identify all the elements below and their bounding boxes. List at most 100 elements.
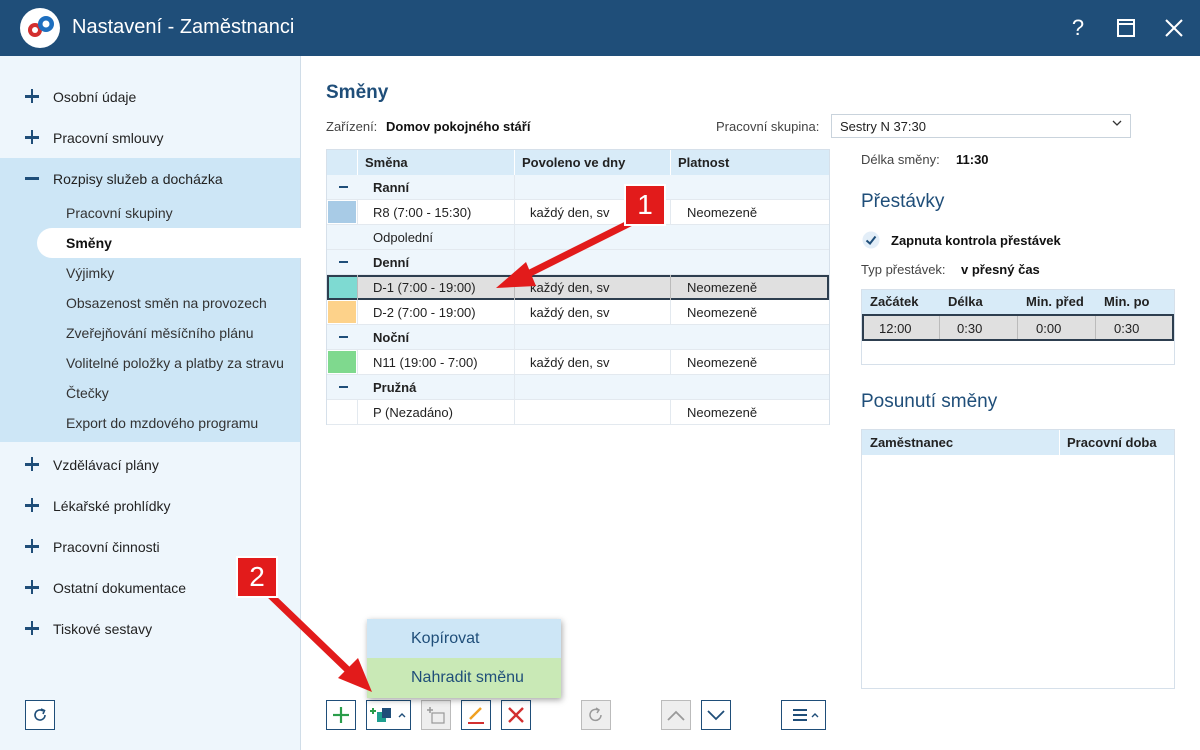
shift-length-label: Délka směny: (861, 152, 940, 167)
column-header-days[interactable]: Povoleno ve dny (522, 155, 625, 170)
column-header-shift[interactable]: Směna (365, 155, 408, 170)
sidebar-item-vzdelavaci-plany[interactable]: Vzdělávací plány (0, 444, 300, 485)
sidebar-subitem-label: Pracovní skupiny (66, 205, 173, 221)
copy-shift-icon (369, 708, 405, 722)
shift-length-value: 11:30 (956, 152, 989, 167)
menu-item-copy[interactable]: Kopírovat (367, 619, 561, 658)
sidebar-item-label: Pracovní činnosti (53, 538, 160, 555)
table-group-row[interactable]: Odpolední (327, 225, 829, 250)
sidebar-item-osobni-udaje[interactable]: Osobní údaje (0, 76, 300, 117)
sidebar-subitem-smeny[interactable]: Směny (37, 228, 301, 258)
more-options-button[interactable] (781, 700, 826, 730)
copy-dropdown-menu: Kopírovat Nahradit směnu (367, 619, 561, 698)
sidebar-subitem-ctecky[interactable]: Čtečky (0, 378, 300, 408)
table-row-selected[interactable]: 12:00 0:30 0:00 0:30 (862, 314, 1174, 341)
edit-button[interactable] (461, 700, 491, 730)
title-bar: Nastavení - Zaměstnanci ? (0, 0, 1200, 56)
breaks-check-label[interactable]: Zapnuta kontrola přestávek (891, 233, 1061, 248)
shift-days: každý den, sv (530, 205, 610, 220)
sidebar-item-label: Vzdělávací plány (53, 456, 159, 473)
shift-move-table: Zaměstnanec Pracovní doba (861, 429, 1175, 689)
column-header-employee[interactable]: Zaměstnanec (870, 435, 953, 450)
refresh-icon (34, 708, 46, 721)
chevron-down-icon (1112, 120, 1122, 126)
shift-days: každý den, sv (530, 305, 610, 320)
sidebar-subitem-volitelne-polozky[interactable]: Volitelné položky a platby za stravu (0, 348, 300, 378)
shift-color-swatch (328, 301, 356, 323)
close-button[interactable] (1156, 10, 1192, 46)
column-header-min-before[interactable]: Min. před (1026, 294, 1084, 309)
column-header-min-after[interactable]: Min. po (1104, 294, 1150, 309)
sidebar-subitem-zverejnovani[interactable]: Zveřejňování měsíčního plánu (0, 318, 300, 348)
sidebar-subitem-obsazenost[interactable]: Obsazenost směn na provozech (0, 288, 300, 318)
collapse-icon[interactable] (339, 336, 348, 338)
sidebar-item-label: Tiskové sestavy (53, 620, 153, 637)
calendar-add-button[interactable] (421, 700, 451, 730)
break-min-after: 0:30 (1114, 321, 1140, 336)
breaks-table: Začátek Délka Min. před Min. po 12:00 0:… (861, 289, 1175, 365)
break-length: 0:30 (957, 321, 983, 336)
plus-icon (25, 130, 39, 144)
table-row[interactable]: D-2 (7:00 - 19:00) každý den, sv Neomeze… (327, 300, 829, 325)
menu-item-label: Nahradit směnu (411, 669, 524, 686)
refresh-button[interactable] (25, 700, 55, 730)
sidebar-item-lekarske-prohlidky[interactable]: Lékařské prohlídky (0, 485, 300, 526)
column-header-work-time[interactable]: Pracovní doba (1067, 435, 1157, 450)
plus-icon (333, 707, 349, 723)
menu-item-replace-shift[interactable]: Nahradit směnu (367, 658, 561, 698)
sidebar-subitem-label: Obsazenost směn na provozech (66, 295, 267, 311)
table-row[interactable]: P (Nezadáno) Neomezeně (327, 400, 829, 425)
table-row-selected[interactable]: D-1 (7:00 - 19:00) každý den, sv Neomeze… (327, 275, 829, 300)
table-group-row[interactable]: Denní (327, 250, 829, 275)
sidebar-subitem-pracovni-skupiny[interactable]: Pracovní skupiny (0, 198, 300, 228)
collapse-icon[interactable] (339, 261, 348, 263)
move-down-button[interactable] (701, 700, 731, 730)
sidebar-item-label: Osobní údaje (53, 88, 137, 105)
collapse-icon[interactable] (339, 386, 348, 388)
break-type-value: v přesný čas (961, 262, 1040, 277)
table-group-row[interactable]: Ranní (327, 175, 829, 200)
delete-button[interactable] (501, 700, 531, 730)
add-button[interactable] (326, 700, 356, 730)
table-group-row[interactable]: Pružná (327, 375, 829, 400)
annotation-callout-2: 2 (236, 556, 278, 598)
sidebar-subitem-export[interactable]: Export do mzdového programu (0, 408, 300, 438)
maximize-button[interactable] (1108, 10, 1144, 46)
help-button[interactable]: ? (1060, 10, 1096, 46)
sidebar-item-label: Lékařské prohlídky (53, 497, 171, 514)
work-group-select[interactable]: Sestry N 37:30 (831, 114, 1131, 138)
column-header-validity[interactable]: Platnost (678, 155, 729, 170)
shift-color-swatch (328, 201, 356, 223)
move-up-button[interactable] (661, 700, 691, 730)
copy-dropdown-button[interactable] (366, 700, 411, 730)
break-start: 12:00 (879, 321, 912, 336)
sidebar-item-tiskove-sestavy[interactable]: Tiskové sestavy (0, 608, 300, 649)
table-row[interactable]: N11 (19:00 - 7:00) každý den, sv Neomeze… (327, 350, 829, 375)
help-icon: ? (1071, 15, 1085, 40)
sidebar-item-pracovni-smlouvy[interactable]: Pracovní smlouvy (0, 117, 300, 158)
group-name: Noční (373, 330, 410, 345)
sidebar-subitem-label: Export do mzdového programu (66, 415, 259, 431)
sidebar-subitem-vyjimky[interactable]: Výjimky (0, 258, 300, 288)
table-group-row[interactable]: Noční (327, 325, 829, 350)
column-header-length[interactable]: Délka (948, 294, 983, 309)
plus-icon (25, 621, 39, 635)
table-header: Začátek Délka Min. před Min. po (862, 290, 1174, 314)
shift-name: P (Nezadáno) (373, 405, 453, 420)
history-icon (589, 707, 602, 722)
shift-days: každý den, sv (530, 355, 610, 370)
shift-validity: Neomezeně (687, 405, 758, 420)
group-name: Odpolední (373, 230, 433, 245)
sidebar-subitem-label: Čtečky (66, 385, 109, 401)
history-button[interactable] (581, 700, 611, 730)
shift-name: R8 (7:00 - 15:30) (373, 205, 472, 220)
sidebar-item-rozpisy-sluzeb[interactable]: Rozpisy služeb a docházka (0, 158, 300, 199)
sidebar: Osobní údaje Pracovní smlouvy Rozpisy sl… (0, 56, 301, 750)
column-header-start[interactable]: Začátek (870, 294, 918, 309)
collapse-icon[interactable] (339, 186, 348, 188)
table-row[interactable]: R8 (7:00 - 15:30) každý den, sv Neomezen… (327, 200, 829, 225)
break-min-before: 0:00 (1036, 321, 1062, 336)
checkbox-checked-icon[interactable] (862, 231, 880, 249)
window-title: Nastavení - Zaměstnanci (72, 16, 295, 38)
shift-days: každý den, sv (530, 280, 610, 295)
